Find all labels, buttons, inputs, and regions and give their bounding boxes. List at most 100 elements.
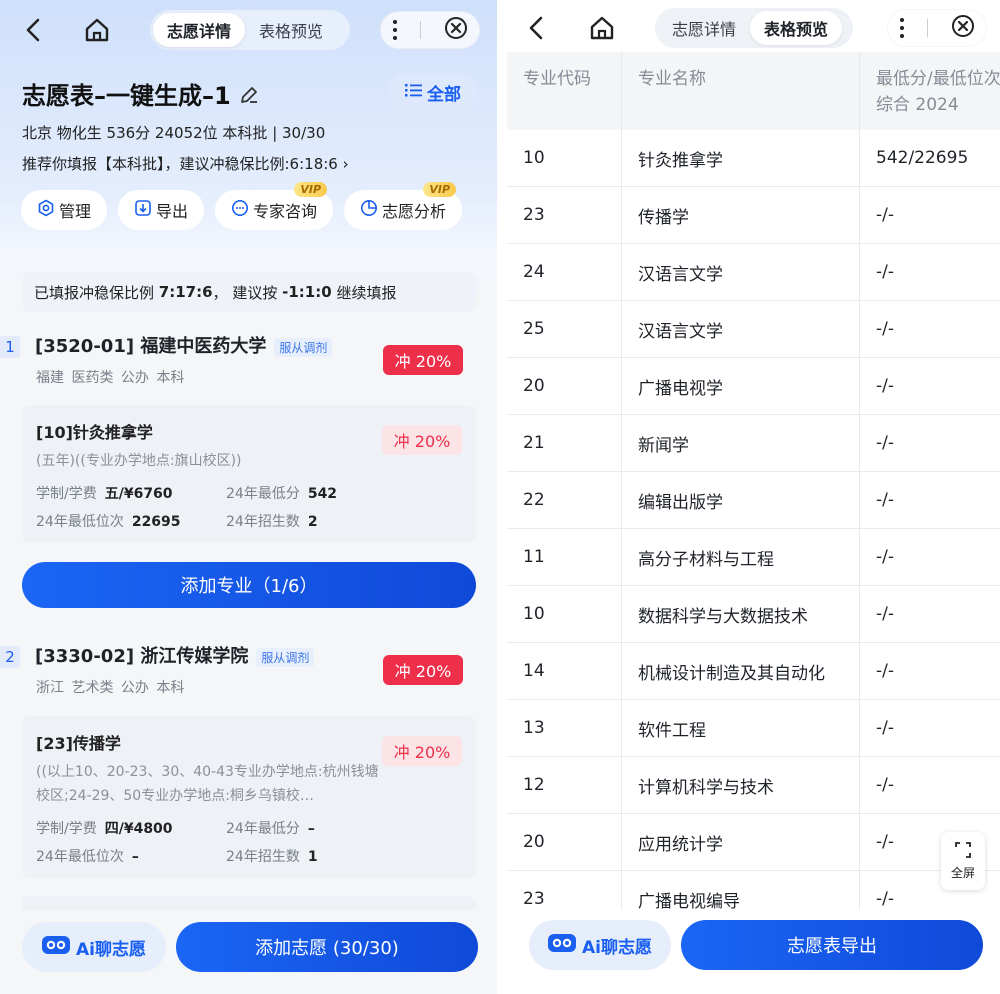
table-row[interactable]: 24 汉语言文学 -/- bbox=[507, 243, 1000, 301]
table-row[interactable]: 13 软件工程 -/- bbox=[507, 699, 1000, 757]
cell-score-rank: -/- bbox=[876, 604, 894, 624]
table-row[interactable]: 20 应用统计学 -/- bbox=[507, 813, 1000, 871]
cell-code: 12 bbox=[507, 756, 622, 814]
ai-chat-button[interactable]: Ai聊志愿 bbox=[22, 922, 166, 972]
back-icon[interactable] bbox=[18, 14, 50, 46]
top-nav-bar: 志愿详情 表格预览 bbox=[507, 6, 1000, 50]
export-table-button[interactable]: 志愿表导出 bbox=[681, 920, 983, 970]
edit-icon[interactable] bbox=[239, 83, 259, 111]
ai-chat-label: Ai聊志愿 bbox=[582, 937, 652, 958]
top-nav-bar: 志愿详情 表格预览 bbox=[0, 8, 497, 52]
col-header-score-line2: 综合 2024 bbox=[876, 95, 959, 115]
cell-code: 20 bbox=[507, 357, 622, 415]
tab-table-preview[interactable]: 表格预览 bbox=[750, 11, 843, 45]
home-icon[interactable] bbox=[585, 12, 619, 44]
major-card[interactable]: [23]传播学 ((以上10、20-23、30、40-43专业办学地点:杭州钱塘… bbox=[22, 716, 476, 878]
export-icon bbox=[134, 199, 152, 221]
table-row[interactable]: 25 汉语言文学 -/- bbox=[507, 300, 1000, 358]
manage-button[interactable]: 管理 bbox=[21, 190, 108, 230]
right-screen: 志愿详情 表格预览 专业代码 专业名称 最低分/最低位次 综合 2024 10 针… bbox=[507, 0, 1000, 994]
tab-table-preview[interactable]: 表格预览 bbox=[245, 13, 337, 47]
major-desc: ((以上10、20-23、30、40-43专业办学地点:杭州钱塘校区;24-29… bbox=[36, 764, 379, 804]
cell-code: 10 bbox=[507, 129, 622, 187]
stat-enrollment: 24年招生数 1 bbox=[226, 849, 318, 865]
view-tab-switch: 志愿详情 表格预览 bbox=[150, 10, 350, 50]
cell-score-rank: -/- bbox=[876, 262, 894, 282]
stat-min-score: 24年最低分 – bbox=[226, 821, 315, 837]
table-row[interactable]: 10 针灸推拿学 542/22695 bbox=[507, 129, 1000, 187]
mini-program-capsule bbox=[380, 11, 480, 49]
university-index: 1 bbox=[0, 336, 20, 358]
table-row[interactable]: 10 数据科学与大数据技术 -/- bbox=[507, 585, 1000, 643]
cell-code: 13 bbox=[507, 699, 622, 757]
chat-icon bbox=[231, 199, 249, 221]
stat-min-score: 24年最低分 542 bbox=[226, 486, 338, 502]
summary-suggest: -1:1:0 bbox=[282, 283, 332, 301]
recommend-text: 推荐你填报【本科批】，建议冲稳保比例:6:18:6 bbox=[22, 155, 338, 173]
close-icon[interactable] bbox=[444, 16, 468, 44]
cell-major-name: 广播电视学 bbox=[622, 357, 860, 415]
cell-code: 11 bbox=[507, 528, 622, 586]
cell-major-name: 汉语言文学 bbox=[622, 300, 860, 358]
vip-badge: VIP bbox=[294, 182, 328, 197]
view-tab-switch: 志愿详情 表格预览 bbox=[655, 8, 853, 48]
close-icon[interactable] bbox=[951, 14, 975, 42]
table-row[interactable]: 14 机械设计制造及其自动化 -/- bbox=[507, 642, 1000, 700]
cell-score-rank: -/- bbox=[876, 661, 894, 681]
vip-badge: VIP bbox=[423, 182, 457, 197]
table-row[interactable]: 22 编辑出版学 -/- bbox=[507, 471, 1000, 529]
analysis-button[interactable]: VIP 志愿分析 bbox=[344, 182, 463, 230]
pie-chart-icon bbox=[360, 199, 378, 221]
cell-major-name: 机械设计制造及其自动化 bbox=[622, 642, 860, 700]
expert-consult-button[interactable]: VIP 专家咨询 bbox=[215, 182, 334, 230]
cell-code: 21 bbox=[507, 414, 622, 472]
fullscreen-button[interactable]: 全屏 bbox=[941, 832, 985, 890]
cell-score-rank: -/- bbox=[876, 433, 894, 453]
cell-code: 22 bbox=[507, 471, 622, 529]
table-row[interactable]: 12 计算机科学与技术 -/- bbox=[507, 756, 1000, 814]
ai-chat-button[interactable]: Ai聊志愿 bbox=[529, 920, 671, 970]
cell-code: 14 bbox=[507, 642, 622, 700]
table-body: 10 针灸推拿学 542/22695 23 传播学 -/- 24 汉语言文学 -/- 25 汉语言文… bbox=[507, 129, 1000, 928]
table-row[interactable]: 11 高分子材料与工程 -/- bbox=[507, 528, 1000, 586]
table-row[interactable]: 20 广播电视学 -/- bbox=[507, 357, 1000, 415]
tab-details[interactable]: 志愿详情 bbox=[153, 13, 246, 47]
back-icon[interactable] bbox=[521, 12, 553, 44]
summary-mid: ， 建议按 bbox=[212, 283, 278, 302]
major-card[interactable]: [10]针灸推拿学 (五年)((专业办学地点:旗山校区)) 冲 20% 学制/学… bbox=[22, 405, 476, 543]
major-rush-badge: 冲 20% bbox=[382, 736, 462, 766]
tab-details[interactable]: 志愿详情 bbox=[658, 11, 750, 45]
cell-major-name: 编辑出版学 bbox=[622, 471, 860, 529]
cell-major-name: 传播学 bbox=[622, 186, 860, 244]
all-button[interactable]: 全部 bbox=[388, 73, 478, 111]
left-screen: 志愿详情 表格预览 志愿表–一键生成–1 全部 北京 物化生 536分 2405… bbox=[0, 0, 497, 994]
more-icon[interactable] bbox=[899, 18, 904, 38]
university-name: [3330-02] 浙江传媒学院 服从调剂 bbox=[35, 642, 315, 668]
cell-major-name: 数据科学与大数据技术 bbox=[622, 585, 860, 643]
add-choice-button[interactable]: 添加志愿 (30/30) bbox=[176, 922, 478, 972]
cell-major-name: 计算机科学与技术 bbox=[622, 756, 860, 814]
adjust-tag: 服从调剂 bbox=[274, 337, 333, 357]
more-icon[interactable] bbox=[392, 20, 397, 40]
cell-major-name: 高分子材料与工程 bbox=[622, 528, 860, 586]
recommend-info[interactable]: 推荐你填报【本科批】，建议冲稳保比例:6:18:6 › bbox=[22, 153, 349, 174]
rush-badge: 冲 20% bbox=[383, 655, 463, 685]
cell-score-rank: 542/22695 bbox=[876, 148, 969, 168]
analysis-label: 志愿分析 bbox=[382, 202, 447, 221]
bottom-bar: Ai聊志愿 志愿表导出 bbox=[507, 910, 1000, 994]
rush-badge: 冲 20% bbox=[383, 345, 463, 375]
export-button[interactable]: 导出 bbox=[118, 190, 205, 230]
manage-label: 管理 bbox=[59, 202, 92, 221]
stat-fee: 学制/学费 四/¥4800 bbox=[36, 821, 173, 837]
fullscreen-label: 全屏 bbox=[950, 866, 975, 880]
add-major-button[interactable]: 添加专业（1/6） bbox=[22, 562, 476, 608]
summary-ratio: 7:17:6 bbox=[158, 283, 213, 301]
table-row[interactable]: 21 新闻学 -/- bbox=[507, 414, 1000, 472]
major-rush-badge: 冲 20% bbox=[382, 425, 462, 455]
home-icon[interactable] bbox=[80, 14, 114, 46]
table-header: 专业代码 专业名称 最低分/最低位次 综合 2024 bbox=[507, 52, 1000, 130]
university-name-text: [3330-02] 浙江传媒学院 bbox=[35, 646, 249, 667]
table-row[interactable]: 23 传播学 -/- bbox=[507, 186, 1000, 244]
university-name-text: [3520-01] 福建中医药大学 bbox=[35, 336, 267, 357]
ai-eyes-icon bbox=[42, 935, 70, 960]
